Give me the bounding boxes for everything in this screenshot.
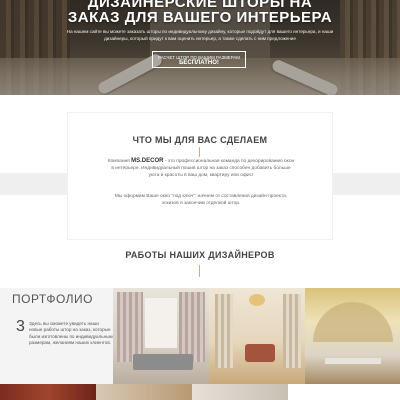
portfolio-description: Здесь вы сможете увидеть наши новые рабо… xyxy=(29,321,113,346)
hero-title-line-2: ЗАКАЗ ДЛЯ ВАШЕГО ИНТЕРЬЕРА xyxy=(67,9,333,26)
photo-window-arch xyxy=(313,302,393,342)
services-title: ЧТО МЫ ДЛЯ ВАС СДЕЛАЕМ xyxy=(132,135,268,145)
services-p1-prefix: Компания xyxy=(107,159,130,164)
portfolio-title: ПОРТФОЛИО xyxy=(12,292,94,306)
services-paragraph-2: Мы оформим Ваше окно "под ключ": начнем … xyxy=(114,194,288,206)
photo-chandelier xyxy=(249,294,265,306)
portfolio-photo-living-room[interactable] xyxy=(113,288,209,384)
photo-armchair xyxy=(245,344,275,362)
portfolio-intro: ПОРТФОЛИО 3 Здесь вы сможете увидеть наш… xyxy=(0,288,113,384)
portfolio-photo-dining-room[interactable] xyxy=(305,288,400,384)
portfolio-photo-row2-2[interactable] xyxy=(96,384,192,400)
photo-window xyxy=(145,298,177,348)
calculate-free-button[interactable]: РАСЧЕТ ШТОР ПО ВАШИМ РАЗМЕРАМ БЕСПЛАТНО! xyxy=(152,51,246,68)
portfolio-number: 3 xyxy=(16,318,25,335)
services-card: ЧТО МЫ ДЛЯ ВАС СДЕЛАЕМ Компания MS.DECOR… xyxy=(68,113,332,239)
hero-subtitle: На нашем сайте вы можете заказать шторы … xyxy=(66,29,334,41)
photo-curtain xyxy=(215,294,233,368)
works-divider xyxy=(199,265,200,277)
photo-curtain xyxy=(283,294,301,368)
photo-curtain xyxy=(179,292,205,362)
services-paragraph-1: Компания MS.DECOR - это профессиональная… xyxy=(106,158,296,179)
photo-table xyxy=(325,358,381,364)
photo-sofa xyxy=(133,354,193,370)
photo-curtain xyxy=(117,292,143,362)
services-divider xyxy=(199,147,200,157)
portfolio-photo-row2-3[interactable] xyxy=(192,384,288,400)
brand-name: MS.DECOR xyxy=(131,158,164,164)
portfolio-photo-row2-1[interactable] xyxy=(0,384,96,400)
hero-banner: ДИЗАЙНЕРСКИЕ ШТОРЫ НА ЗАКАЗ ДЛЯ ВАШЕГО И… xyxy=(0,0,400,95)
calculate-button-small-label: РАСЧЕТ ШТОР ПО ВАШИМ РАЗМЕРАМ xyxy=(158,54,240,60)
calculate-button-big-label: БЕСПЛАТНО! xyxy=(179,60,219,66)
works-title: РАБОТЫ НАШИХ ДИЗАЙНЕРОВ xyxy=(125,250,275,260)
portfolio-photo-classic-room[interactable] xyxy=(209,288,305,384)
portfolio-photo-row2-4 xyxy=(288,384,400,400)
